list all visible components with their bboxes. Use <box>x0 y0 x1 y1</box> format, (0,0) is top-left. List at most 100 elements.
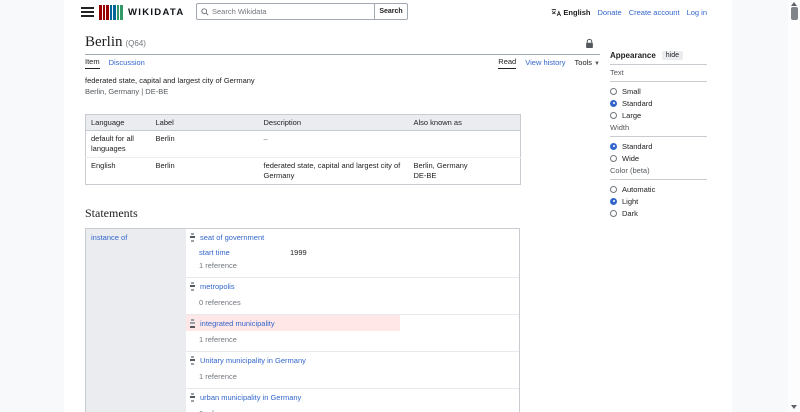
search-box: Search <box>196 3 408 20</box>
wikidata-logo[interactable]: WIKIDATA <box>99 4 184 20</box>
appearance-section-label: Width <box>610 123 630 132</box>
entity-id: (Q64) <box>125 39 146 48</box>
cell-description: – <box>263 134 268 143</box>
qualifier-property-link[interactable]: start time <box>199 248 290 257</box>
tab-discussion[interactable]: Discussion <box>109 58 145 69</box>
qualifier-value: 1999 <box>290 247 307 257</box>
radio-option-label: Light <box>622 196 639 206</box>
statement-value-link[interactable]: metropolis <box>200 282 235 291</box>
hide-appearance-button[interactable]: hide <box>661 50 684 60</box>
chevron-down-icon: ▼ <box>594 61 600 67</box>
radio-button-icon[interactable] <box>610 209 617 217</box>
references-toggle[interactable]: 1 reference <box>199 372 519 381</box>
cell-aliases <box>409 131 521 158</box>
radio-button-icon[interactable] <box>610 99 617 107</box>
statement-value-link[interactable]: integrated municipality <box>200 319 275 328</box>
appearance-panel: Appearance hide Text Small Standard Large Wi… <box>610 50 707 221</box>
tab-view-history[interactable]: View history <box>525 58 565 69</box>
wikidata-logo-bars-icon <box>99 4 123 20</box>
references-toggle[interactable]: 0 references <box>199 298 519 307</box>
col-header-also-known-as: Also known as <box>408 114 521 131</box>
donate-link[interactable]: Donate <box>598 8 622 17</box>
statement-claim: integrated municipality 1 reference <box>186 315 519 352</box>
qualifier-row: start time 1999 <box>199 247 519 257</box>
scrollbar-up-arrow-icon[interactable] <box>791 2 797 6</box>
radio-option-standard[interactable]: Standard <box>610 97 707 109</box>
statement-main-row: seat of government <box>186 229 519 245</box>
language-selector[interactable]: English <box>551 7 591 17</box>
references-toggle[interactable]: 1 reference <box>199 261 519 270</box>
terms-table-header-row: Language Label Description Also known as <box>85 114 521 131</box>
radio-option-label: Dark <box>622 208 638 218</box>
statement-value-link[interactable]: urban municipality in Germany <box>200 393 301 402</box>
page-protection-lock-icon[interactable] <box>585 36 594 54</box>
scrollbar-thumb[interactable] <box>790 7 798 20</box>
radio-button-icon[interactable] <box>610 185 617 193</box>
search-input[interactable] <box>212 7 370 16</box>
page-title: Berlin <box>85 34 123 50</box>
tab-bar: Item Discussion Read View history Tools ▼ <box>85 55 600 69</box>
scrollbar-down-arrow-icon[interactable] <box>791 405 797 409</box>
statement-value-link[interactable]: seat of government <box>200 233 264 242</box>
log-in-link[interactable]: Log in <box>687 8 707 17</box>
cell-description: federated state, capital and largest cit… <box>258 157 409 185</box>
tab-item[interactable]: Item <box>85 57 100 69</box>
statement-group: instance of seat of government start time… <box>85 228 520 412</box>
search-field[interactable] <box>196 3 374 20</box>
entity-description: federated state, capital and largest cit… <box>85 75 600 97</box>
appearance-sections: Text Small Standard Large Width Standard Wide C… <box>610 68 707 219</box>
col-header-language: Language <box>85 114 151 131</box>
property-link-instance-of[interactable]: instance of <box>91 233 127 242</box>
radio-option-label: Large <box>622 110 642 120</box>
statement-main-row: urban municipality in Germany <box>186 389 519 405</box>
site-header: WIKIDATA Search English Donate Create ac… <box>64 0 732 24</box>
rank-selector-icon[interactable] <box>190 318 195 328</box>
appearance-option-group: Automatic Light Dark <box>610 183 707 219</box>
page-container: WIKIDATA Search English Donate Create ac… <box>64 0 732 412</box>
radio-button-icon[interactable] <box>610 111 617 119</box>
rank-selector-icon[interactable] <box>190 232 195 242</box>
cell-label: Berlin <box>155 134 175 143</box>
wikidata-wordmark: WIKIDATA <box>128 6 185 18</box>
property-column: instance of <box>86 229 186 412</box>
header-user-links: English Donate Create account Log in <box>551 0 707 24</box>
rank-selector-icon[interactable] <box>190 281 195 291</box>
statement-claim: urban municipality in Germany0 reference… <box>186 389 519 412</box>
statement-main-row: metropolis <box>186 278 519 294</box>
radio-button-icon[interactable] <box>610 87 617 95</box>
radio-option-label: Standard <box>622 141 653 151</box>
statement-value-link[interactable]: Unitary municipality in Germany <box>200 356 306 365</box>
cell-language: English <box>85 157 151 185</box>
vertical-scrollbar[interactable] <box>788 0 800 412</box>
appearance-option-group: Small Standard Large <box>610 85 707 121</box>
radio-option-large[interactable]: Large <box>610 109 707 121</box>
rank-selector-icon[interactable] <box>190 355 195 365</box>
create-account-link[interactable]: Create account <box>629 8 680 17</box>
references-toggle[interactable]: 1 reference <box>199 335 519 344</box>
table-row: default for all languages Berlin – <box>86 131 521 158</box>
main-menu-icon[interactable] <box>81 7 94 17</box>
radio-option-wide[interactable]: Wide <box>610 152 707 164</box>
cell-aliases: Berlin, Germany DE-BE <box>408 157 521 185</box>
appearance-section-label: Text <box>610 68 624 77</box>
statement-main-row: integrated municipality <box>186 315 400 331</box>
radio-button-icon[interactable] <box>610 197 617 205</box>
radio-option-label: Small <box>622 86 641 96</box>
tools-menu[interactable]: Tools ▼ <box>575 58 600 69</box>
table-row: English Berlin federated state, capital … <box>85 157 521 185</box>
radio-option-standard[interactable]: Standard <box>610 140 707 152</box>
radio-option-dark[interactable]: Dark <box>610 207 707 219</box>
language-label: English <box>563 7 591 17</box>
language-icon <box>552 8 562 16</box>
appearance-option-group: Standard Wide <box>610 140 707 164</box>
tab-read[interactable]: Read <box>498 57 517 69</box>
radio-button-icon[interactable] <box>610 142 617 150</box>
search-button[interactable]: Search <box>374 3 408 20</box>
radio-button-icon[interactable] <box>610 154 617 162</box>
cell-language: default for all languages <box>91 134 134 153</box>
aliases-text: Berlin, Germany | DE-BE <box>85 87 169 96</box>
rank-selector-icon[interactable] <box>190 392 195 402</box>
radio-option-small[interactable]: Small <box>610 85 707 97</box>
radio-option-automatic[interactable]: Automatic <box>610 183 707 195</box>
radio-option-light[interactable]: Light <box>610 195 707 207</box>
